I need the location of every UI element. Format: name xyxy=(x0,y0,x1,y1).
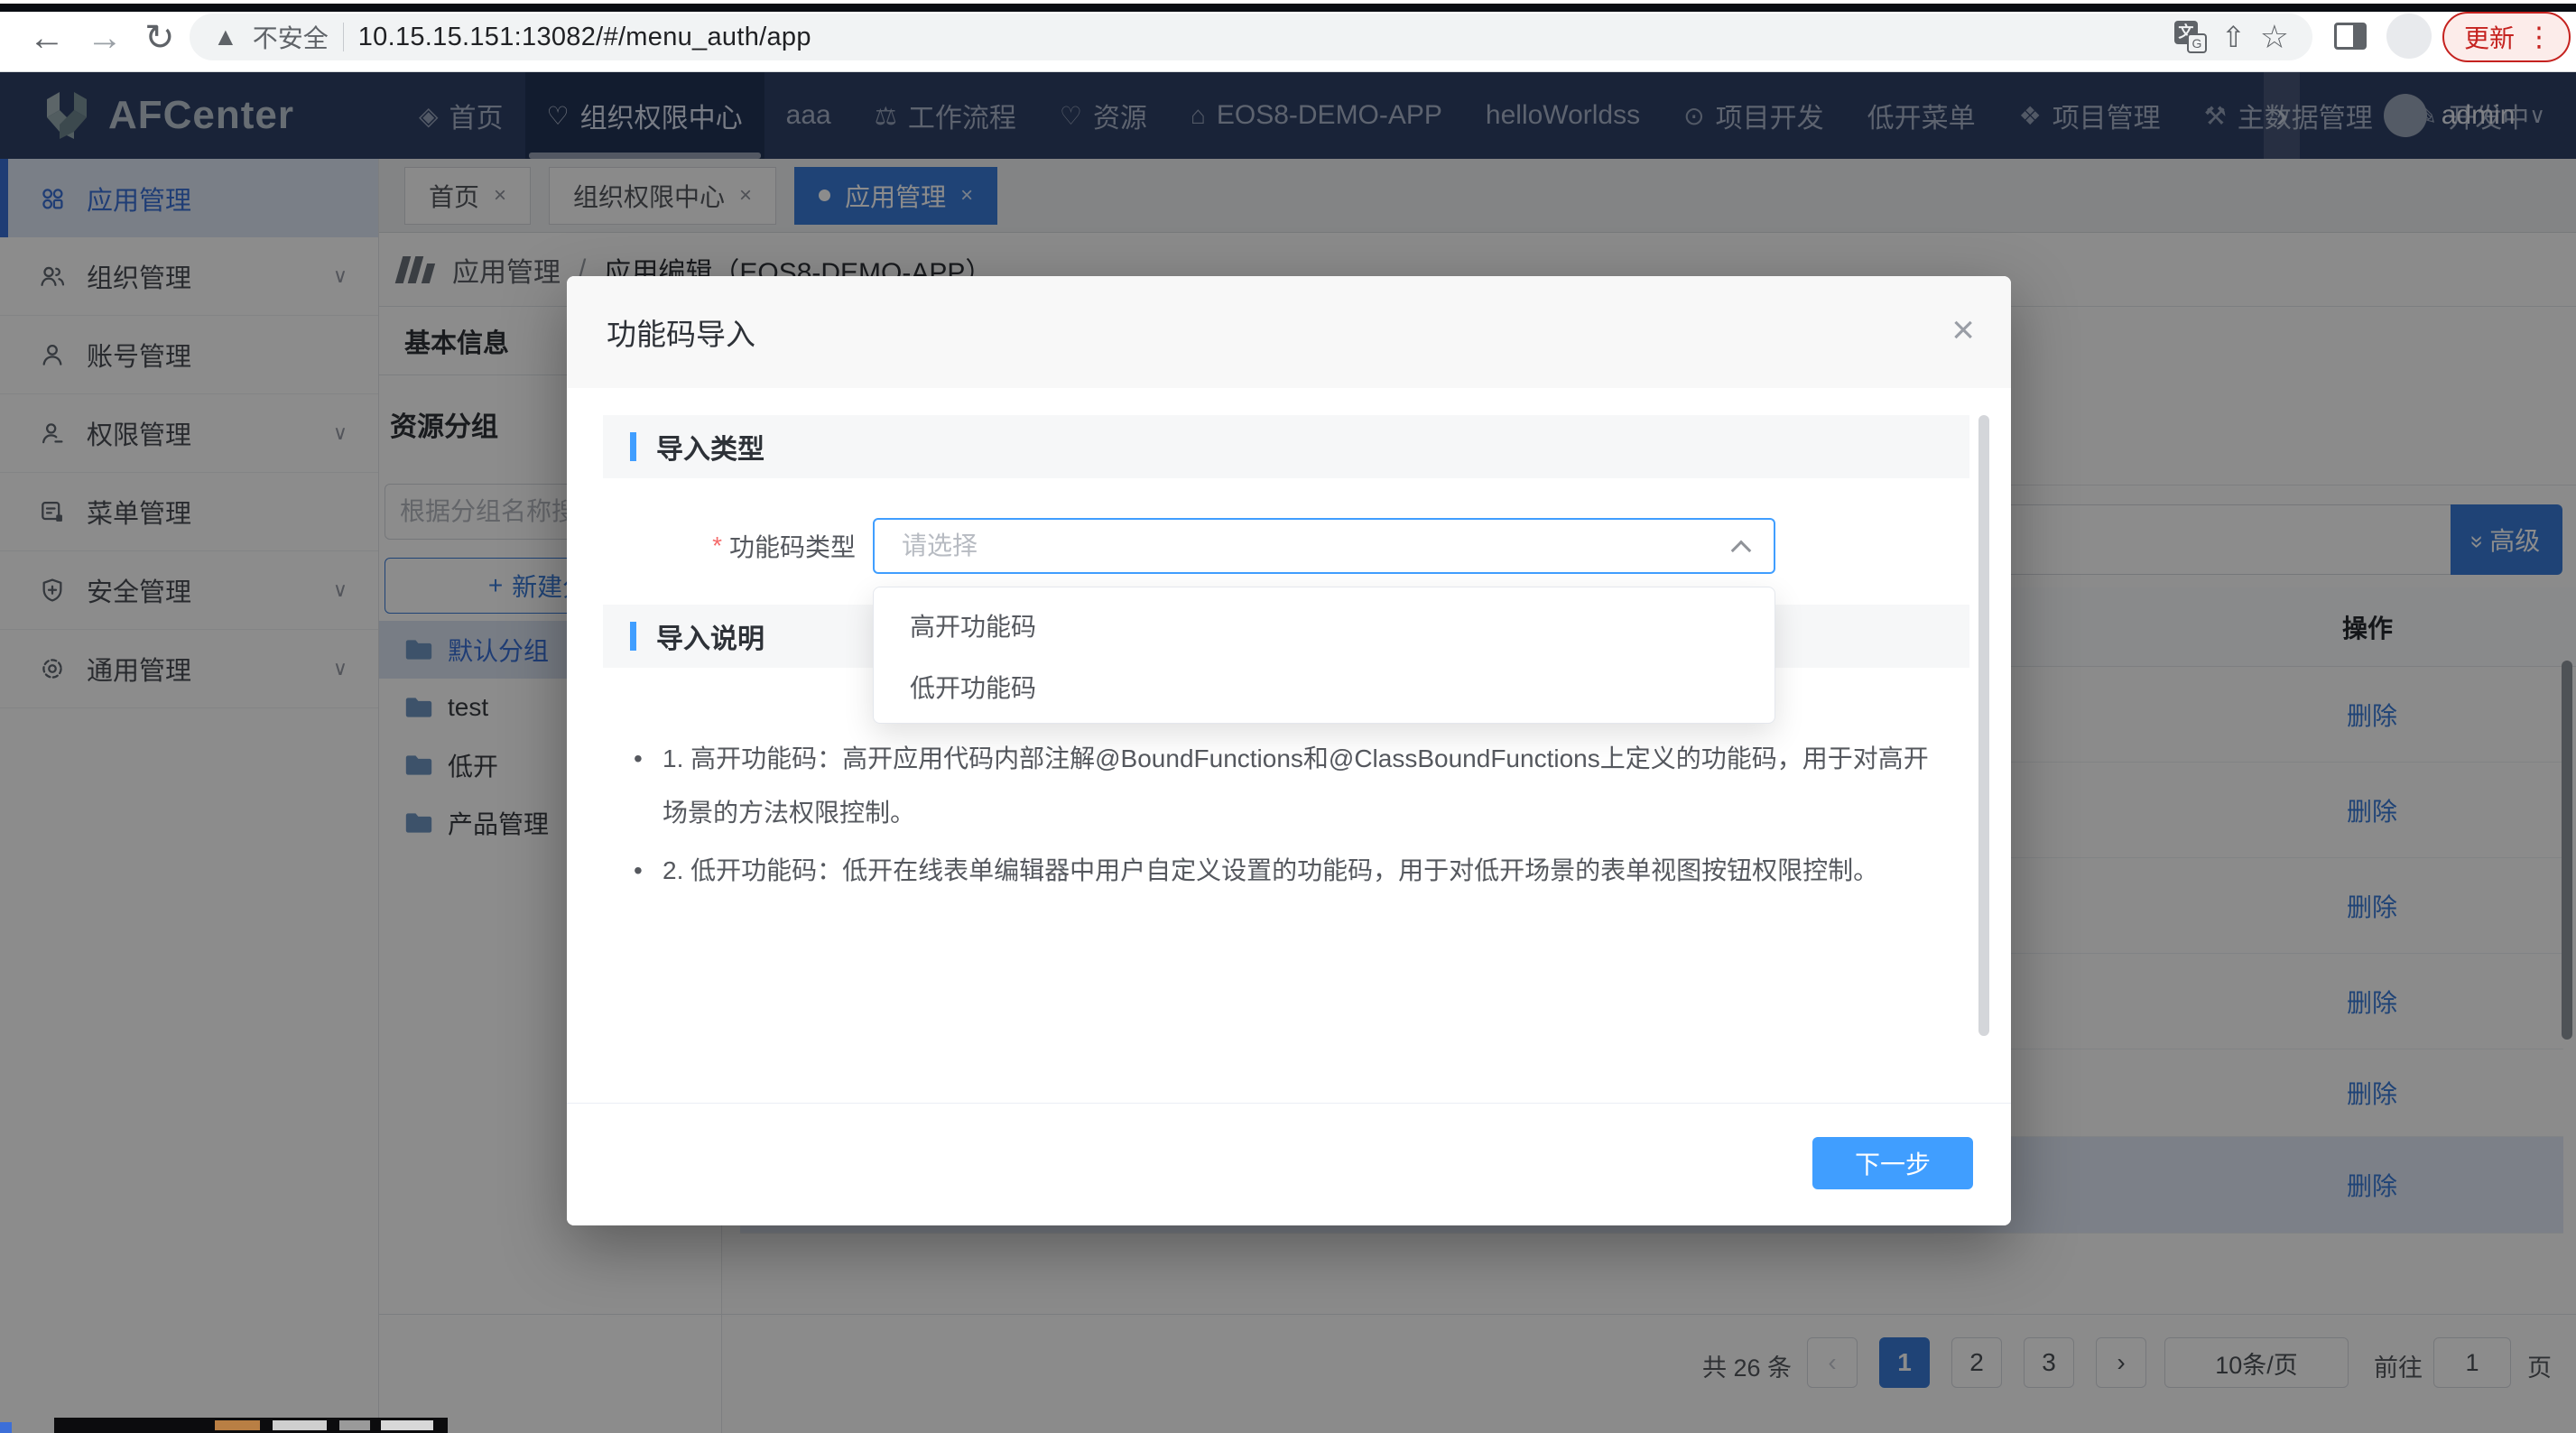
description-item: 2. 低开功能码：低开在线表单编辑器中用户自定义设置的功能码，用于对低开场景的表… xyxy=(632,844,1932,898)
section-import-type: 导入类型 xyxy=(603,415,1969,478)
close-icon[interactable]: × xyxy=(1951,309,1975,352)
dock-mark xyxy=(273,1420,327,1430)
browser-reload-button[interactable]: ↻ xyxy=(144,16,175,60)
update-label: 更新 xyxy=(2464,19,2515,55)
dock-strip xyxy=(54,1418,448,1433)
import-descriptions: 1. 高开功能码：高开应用代码内部注解@BoundFunctions和@Clas… xyxy=(632,732,1932,901)
description-item: 1. 高开功能码：高开应用代码内部注解@BoundFunctions和@Clas… xyxy=(632,732,1932,840)
translate-icon[interactable]: 文G xyxy=(2174,21,2207,53)
dock-wedge xyxy=(0,1422,12,1433)
field-label-text: 功能码类型 xyxy=(729,528,856,564)
dialog-title: 功能码导入 xyxy=(607,276,755,388)
function-code-import-dialog: 功能码导入 × 导入类型 * 功能码类型 导入说明 高开功能码 低开功能码 1.… xyxy=(567,276,2011,1225)
browser-back-button[interactable]: ← xyxy=(29,16,65,60)
address-bar[interactable]: ▲ 不安全 10.15.15.151:13082/#/menu_auth/app… xyxy=(190,14,2312,60)
browser-profile-avatar[interactable] xyxy=(2386,14,2432,59)
browser-forward-button[interactable]: → xyxy=(87,16,123,60)
section-title: 导入类型 xyxy=(656,427,764,467)
url-text: 10.15.15.151:13082/#/menu_auth/app xyxy=(358,23,811,52)
option-low-code[interactable]: 低开功能码 xyxy=(874,656,1774,717)
not-secure-warning-icon: ▲ xyxy=(213,23,238,51)
section-accent-bar xyxy=(630,622,636,651)
address-divider xyxy=(343,23,344,51)
required-asterisk: * xyxy=(712,532,722,560)
dock-mark xyxy=(381,1420,433,1430)
select-dropdown: 高开功能码 低开功能码 xyxy=(873,587,1775,724)
browser-menu-dots-icon[interactable]: ⋮ xyxy=(2525,22,2553,53)
browser-update-button[interactable]: 更新 ⋮ xyxy=(2442,12,2571,62)
dialog-header: 功能码导入 × xyxy=(567,276,2011,388)
window-edge-strip xyxy=(0,4,2576,12)
bookmark-star-icon[interactable]: ☆ xyxy=(2260,18,2289,56)
dialog-footer: 下一步 xyxy=(567,1103,2011,1225)
select-input[interactable] xyxy=(875,520,1774,572)
section-accent-bar xyxy=(630,432,636,461)
screen: ← → ↻ ▲ 不安全 10.15.15.151:13082/#/menu_au… xyxy=(0,0,2576,1433)
function-code-type-select[interactable] xyxy=(873,518,1775,574)
field-label: * 功能码类型 xyxy=(603,518,856,574)
share-icon[interactable]: ⇧ xyxy=(2221,20,2246,54)
browser-toolbar: ← → ↻ ▲ 不安全 10.15.15.151:13082/#/menu_au… xyxy=(0,0,2576,72)
dock-mark xyxy=(215,1420,260,1430)
dock-mark xyxy=(339,1420,370,1430)
section-title: 导入说明 xyxy=(656,616,764,656)
next-step-button[interactable]: 下一步 xyxy=(1812,1137,1973,1189)
side-panel-icon[interactable] xyxy=(2334,23,2367,50)
option-high-code[interactable]: 高开功能码 xyxy=(874,595,1774,656)
security-label: 不安全 xyxy=(253,19,329,55)
dialog-scrollbar[interactable] xyxy=(1978,415,1989,1036)
